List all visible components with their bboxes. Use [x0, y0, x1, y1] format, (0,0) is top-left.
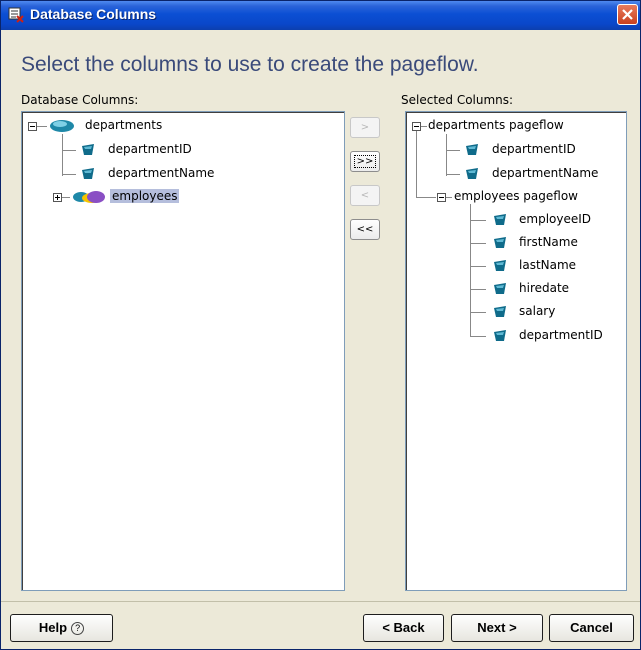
- tree-node-departments-pageflow[interactable]: departments pageflow: [428, 118, 564, 132]
- tree-node-departmentID[interactable]: departmentID: [108, 142, 192, 156]
- column-icon: [494, 306, 506, 317]
- remove-column-button[interactable]: <: [350, 185, 380, 206]
- cancel-button[interactable]: Cancel: [549, 614, 634, 642]
- expand-employees-toggle[interactable]: [53, 193, 62, 202]
- collapse-departments-toggle[interactable]: [28, 122, 37, 131]
- help-button[interactable]: Help?: [10, 614, 113, 642]
- database-columns-label: Database Columns:: [21, 93, 139, 107]
- title-bar[interactable]: Database Columns: [1, 1, 640, 30]
- column-icon: [82, 168, 94, 179]
- help-button-label: Help: [38, 620, 68, 635]
- column-icon: [494, 283, 506, 294]
- button-bar: Help? < Back Next > Cancel: [1, 601, 640, 650]
- tree-node-departmentID[interactable]: departmentID: [492, 142, 576, 156]
- column-icon: [82, 144, 94, 155]
- tree-node-departmentID[interactable]: departmentID: [519, 328, 603, 342]
- column-icon: [466, 168, 478, 179]
- tree-node-employees-pageflow[interactable]: employees pageflow: [454, 189, 578, 203]
- dialog-window: Database Columns Select the columns to u…: [0, 0, 641, 650]
- selected-columns-label: Selected Columns:: [401, 93, 514, 107]
- next-button[interactable]: Next >: [451, 614, 543, 642]
- add-all-columns-button[interactable]: >>: [350, 151, 380, 172]
- collapse-employees-pageflow-toggle[interactable]: [437, 193, 446, 202]
- window-title: Database Columns: [30, 6, 157, 22]
- tree-node-employees[interactable]: employees: [110, 189, 180, 203]
- column-icon: [466, 144, 478, 155]
- column-icon: [494, 237, 506, 248]
- table-icon: [50, 120, 74, 132]
- database-columns-tree[interactable]: departments departmentID departmentName …: [21, 111, 345, 591]
- tree-node-firstName[interactable]: firstName: [519, 235, 578, 249]
- page-heading: Select the columns to use to create the …: [21, 53, 479, 76]
- selected-columns-tree[interactable]: departments pageflow departmentID depart…: [405, 111, 627, 591]
- close-icon: [622, 9, 633, 20]
- tree-node-hiredate[interactable]: hiredate: [519, 281, 569, 295]
- column-icon: [494, 260, 506, 271]
- tree-node-departments[interactable]: departments: [85, 118, 162, 132]
- remove-all-columns-button[interactable]: <<: [350, 219, 380, 240]
- close-button[interactable]: [617, 4, 638, 25]
- table-group-icon: [73, 191, 105, 203]
- tree-node-employeeID[interactable]: employeeID: [519, 212, 591, 226]
- tree-node-lastName[interactable]: lastName: [519, 258, 576, 272]
- column-icon: [494, 330, 506, 341]
- column-icon: [494, 214, 506, 225]
- collapse-departments-pageflow-toggle[interactable]: [412, 122, 421, 131]
- database-columns-app-icon: [8, 7, 24, 23]
- tree-node-salary[interactable]: salary: [519, 304, 555, 318]
- back-button[interactable]: < Back: [363, 614, 444, 642]
- add-column-button[interactable]: >: [350, 117, 380, 138]
- help-icon: ?: [71, 622, 85, 635]
- tree-node-departmentName[interactable]: departmentName: [492, 166, 598, 180]
- tree-node-departmentName[interactable]: departmentName: [108, 166, 214, 180]
